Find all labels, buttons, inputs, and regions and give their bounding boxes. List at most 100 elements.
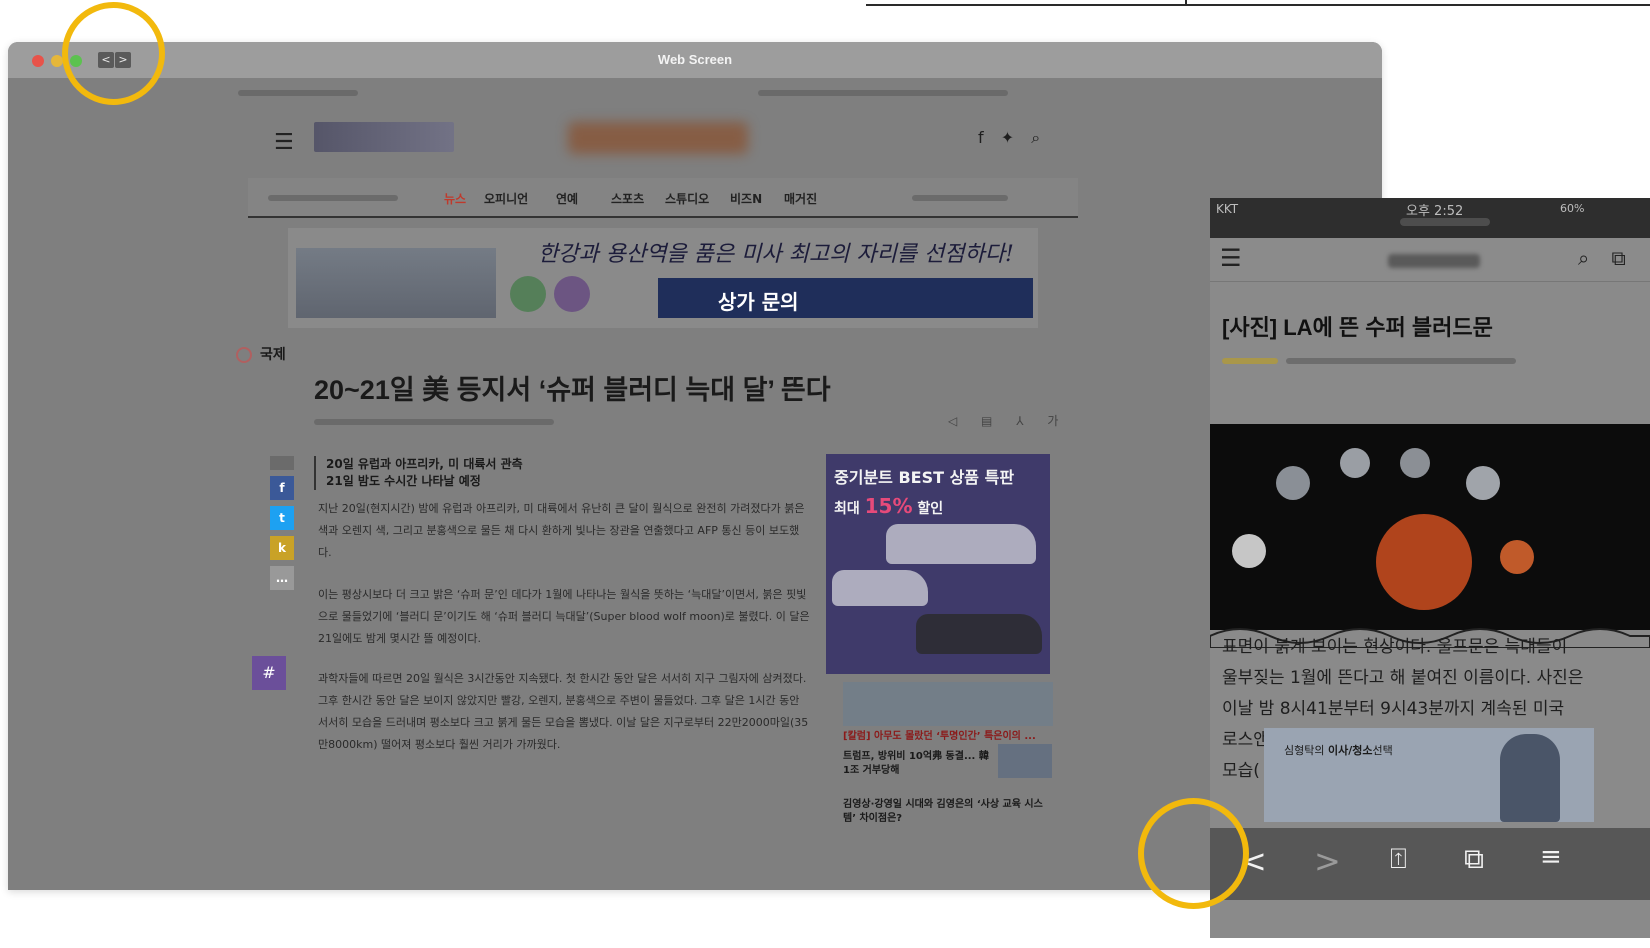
menu-icon[interactable]: ≡: [1540, 842, 1562, 872]
battery-level: 60%: [1560, 202, 1585, 215]
carrier-label: KKT: [1216, 202, 1239, 216]
byline-text: [314, 419, 554, 425]
meta-text: [1286, 358, 1516, 364]
subhead-line-1: 20일 유럽과 아프리카, 미 대륙서 관측: [326, 457, 523, 471]
side-ad-percent: 15%: [864, 494, 913, 518]
hamburger-menu-icon[interactable]: ☰: [274, 130, 294, 155]
map-pin-icon: [554, 276, 590, 312]
header-ad[interactable]: [314, 122, 454, 152]
article-meta: [1222, 358, 1522, 366]
section-dot-icon: [236, 347, 252, 363]
status-bar: KKT 오후 2:52 60%: [1210, 198, 1650, 238]
side-link[interactable]: 트럼프, 방위비 10억弗 동결... 韓 1조 거부당해: [843, 750, 993, 778]
mobile-ad[interactable]: 심형탁의 이사/청소선택: [1264, 728, 1594, 822]
nav-item-entertainment[interactable]: 연예: [556, 190, 578, 207]
nav-item-studio[interactable]: 스튜디오: [665, 190, 709, 207]
mobile-ad-suffix: 선택: [1372, 744, 1393, 757]
status-time: 오후 2:52: [1406, 204, 1464, 219]
twitter-share-icon[interactable]: t: [270, 506, 294, 530]
mobile-browser: KKT 오후 2:52 60% ☰ ⌕ ⧉ [사진] LA에 뜬 수퍼 블러드문…: [1210, 198, 1650, 938]
side-thumbnail[interactable]: [998, 744, 1052, 778]
top-rule: [866, 0, 1650, 6]
url-field[interactable]: [1400, 218, 1490, 226]
nav-item-magazine[interactable]: 매거진: [784, 190, 817, 207]
hamburger-menu-icon[interactable]: ☰: [1220, 244, 1242, 272]
mobile-ad-prefix: 심형탁의: [1284, 744, 1328, 757]
utility-bar: [238, 86, 1078, 100]
side-link[interactable]: [칼럼] 아무도 몰랐던 ‘투명인간’ 특은이의 ...: [843, 730, 1053, 744]
nav-item-bizn[interactable]: 비즈N: [730, 190, 762, 207]
car-image: [916, 614, 1042, 654]
moon-phase: [1232, 534, 1266, 568]
side-ad-suffix: 할인: [917, 501, 944, 517]
car-image: [886, 524, 1036, 564]
building-image: [296, 248, 496, 318]
moon-phase: [1500, 540, 1534, 574]
nav-item-news[interactable]: 뉴스: [444, 190, 466, 207]
side-ad[interactable]: 중기분트 BEST 상품 특판 최대 15% 할인: [826, 454, 1050, 674]
utility-links-left[interactable]: [238, 90, 358, 96]
moon-phase: [1466, 466, 1500, 500]
red-moon: [1376, 514, 1472, 610]
share-count: [270, 456, 294, 470]
mobile-ad-text: 심형탁의 이사/청소선택: [1284, 742, 1393, 758]
section-label[interactable]: 국제: [236, 344, 286, 364]
subhead-line-2: 21일 밤도 수시간 나타날 예정: [326, 474, 481, 488]
banner-ad[interactable]: 한강과 용산역을 품은 미사 최고의 자리를 선점하다! 상가 문의: [288, 228, 1038, 328]
banner-cta[interactable]: 상가 문의: [658, 278, 1033, 318]
body-line: 울부짖는 1월에 뜬다고 해 붙여진 이름이다. 사진은: [1222, 668, 1584, 688]
side-link[interactable]: 김영상·강영일 시대와 김영은의 ‘사상 교육 시스템’ 차이점은?: [843, 798, 1053, 826]
social-icons[interactable]: f ✦ ⌕: [978, 128, 1046, 148]
side-ad-discount: 최대 15% 할인: [834, 494, 943, 518]
highlight-circle-mobile-back: [1138, 798, 1249, 909]
webpage: ☰ f ✦ ⌕ 뉴스 오피니언 연예 스포츠 스튜디오 비즈N 매거진 한강과 …: [8, 78, 1382, 890]
mobile-toolbar: < > ⍐ ⧉ ≡: [1210, 828, 1650, 900]
utility-links-right[interactable]: [758, 90, 1008, 96]
byline: [314, 416, 1034, 428]
side-ad-title: 중기분트 BEST 상품 특판: [834, 468, 1015, 487]
search-share-icons[interactable]: ⌕ ⧉: [1578, 246, 1634, 270]
moon-photo[interactable]: [1210, 424, 1650, 630]
top-rule-divider: [1185, 0, 1187, 6]
main-nav: 뉴스 오피니언 연예 스포츠 스튜디오 비즈N 매거진: [248, 178, 1078, 218]
site-logo[interactable]: [1388, 254, 1480, 268]
site-logo[interactable]: [568, 122, 748, 154]
mobile-ad-bold: 이사/청소: [1327, 744, 1373, 757]
side-thumbnail[interactable]: [843, 682, 1053, 726]
window-title: Web Screen: [657, 52, 733, 67]
ad-person-image: [1500, 734, 1560, 822]
moon-phase: [1340, 448, 1370, 478]
mobile-article-title: [사진] LA에 뜬 수퍼 블러드문: [1222, 315, 1493, 340]
section-label-text: 국제: [260, 347, 286, 363]
car-image: [832, 570, 928, 606]
meta-badge: [1222, 358, 1278, 364]
banner-slogan: 한강과 용산역을 품은 미사 최고의 자리를 선점하다!: [538, 242, 1014, 267]
desktop-browser-window: < > Web Screen ☰ f ✦ ⌕ 뉴스 오피니언 연예 스포츠 스튜…: [8, 42, 1382, 890]
moon-phase: [1276, 466, 1310, 500]
share-rail: f t k …: [270, 456, 294, 596]
nav-item-sports[interactable]: 스포츠: [611, 190, 644, 207]
mobile-header: ☰ ⌕ ⧉: [1210, 238, 1650, 282]
kakao-share-icon[interactable]: k: [270, 536, 294, 560]
title-bar: < > Web Screen: [8, 42, 1382, 78]
side-ad-prefix: 최대: [834, 501, 860, 517]
article-paragraph: 이는 평상시보다 더 크고 밝은 ‘슈퍼 문’인 데다가 1월에 나타나는 월식…: [318, 588, 810, 645]
article-subhead: 20일 유럽과 아프리카, 미 대륙서 관측 21일 밤도 수시간 나타날 예정: [314, 456, 523, 490]
nav-right-links[interactable]: [912, 195, 1008, 201]
more-share-icon[interactable]: …: [270, 566, 294, 590]
hashtag-icon[interactable]: #: [252, 656, 286, 690]
nav-item-opinion[interactable]: 오피니언: [484, 190, 528, 207]
article-paragraph: 지난 20일(현지시간) 밤에 유럽과 아프리카, 미 대륙에서 유난히 큰 달…: [318, 502, 805, 559]
article-paragraph: 과학자들에 따르면 20일 월식은 3시간동안 지속됐다. 첫 한시간 동안 달…: [318, 672, 809, 751]
facebook-share-icon[interactable]: f: [270, 476, 294, 500]
banner-cta-label: 상가 문의: [718, 290, 799, 314]
article-headline: 20~21일 美 등지서 ‘슈퍼 블러디 늑대 달’ 뜬다: [314, 375, 831, 405]
moon-phase: [1400, 448, 1430, 478]
article-tools[interactable]: ◁ ▤ ⅄ 가: [948, 412, 1068, 429]
body-line: 이날 밤 8시41분부터 9시43분까지 계속된 미국: [1222, 699, 1565, 719]
nav-left-links[interactable]: [268, 195, 398, 201]
tabs-icon[interactable]: ⧉: [1464, 842, 1484, 876]
mobile-forward-button[interactable]: >: [1314, 842, 1341, 880]
share-icon[interactable]: ⍐: [1390, 842, 1407, 876]
body-line: 표면이 붉게 보이는 현상이다. 울프문은 늑대들이: [1222, 637, 1568, 657]
